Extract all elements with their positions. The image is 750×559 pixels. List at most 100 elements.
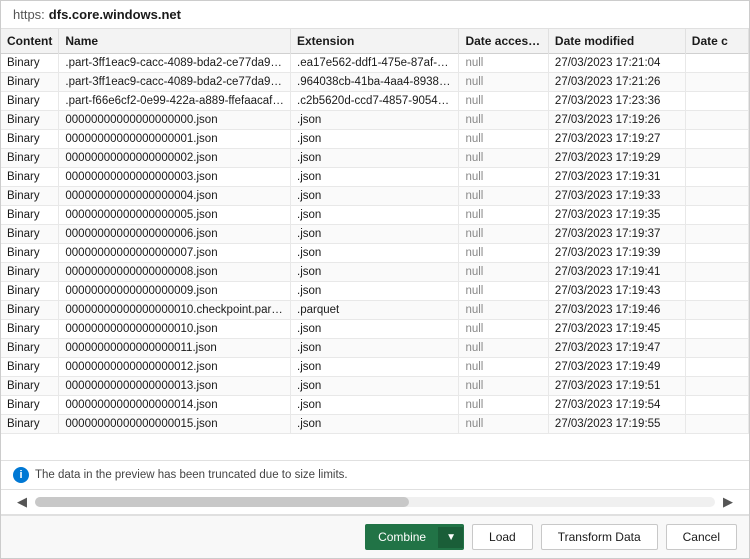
table-row[interactable]: Binary00000000000000000011.json.jsonnull… — [1, 339, 749, 358]
cell-date-c — [685, 339, 748, 358]
table-row[interactable]: Binary.part-3ff1eac9-cacc-4089-bda2-ce77… — [1, 54, 749, 73]
cell-date-c — [685, 130, 748, 149]
load-button[interactable]: Load — [472, 524, 533, 550]
transform-data-button[interactable]: Transform Data — [541, 524, 658, 550]
table-row[interactable]: Binary00000000000000000014.json.jsonnull… — [1, 396, 749, 415]
table-header-row: Content Name Extension Date accessed Dat… — [1, 29, 749, 54]
table-row[interactable]: Binary00000000000000000004.json.jsonnull… — [1, 187, 749, 206]
cell-date-modified: 27/03/2023 17:19:37 — [548, 225, 685, 244]
cell-date-accessed: null — [459, 54, 548, 73]
table-body: Binary.part-3ff1eac9-cacc-4089-bda2-ce77… — [1, 54, 749, 434]
cell-content: Binary — [1, 168, 59, 187]
cell-date-modified: 27/03/2023 17:19:31 — [548, 168, 685, 187]
table-row[interactable]: Binary00000000000000000005.json.jsonnull… — [1, 206, 749, 225]
cancel-button[interactable]: Cancel — [666, 524, 737, 550]
cell-extension: .json — [291, 149, 459, 168]
cell-date-accessed: null — [459, 206, 548, 225]
scroll-track[interactable] — [35, 497, 715, 507]
cell-name: 00000000000000000000.json — [59, 111, 291, 130]
col-header-name[interactable]: Name — [59, 29, 291, 54]
cell-date-c — [685, 225, 748, 244]
cell-content: Binary — [1, 111, 59, 130]
cell-content: Binary — [1, 415, 59, 434]
table-row[interactable]: Binary00000000000000000015.json.jsonnull… — [1, 415, 749, 434]
table-row[interactable]: Binary.part-f66e6cf2-0e99-422a-a889-ffef… — [1, 92, 749, 111]
cell-content: Binary — [1, 396, 59, 415]
col-header-content[interactable]: Content — [1, 29, 59, 54]
cell-date-accessed: null — [459, 168, 548, 187]
cell-date-accessed: null — [459, 73, 548, 92]
cell-date-modified: 27/03/2023 17:19:29 — [548, 149, 685, 168]
cell-date-c — [685, 320, 748, 339]
cell-name: 00000000000000000001.json — [59, 130, 291, 149]
cell-date-c — [685, 149, 748, 168]
cell-content: Binary — [1, 149, 59, 168]
col-header-date-c[interactable]: Date c — [685, 29, 748, 54]
scroll-left-button[interactable]: ◀ — [13, 494, 31, 510]
col-header-date-modified[interactable]: Date modified — [548, 29, 685, 54]
cell-content: Binary — [1, 244, 59, 263]
cell-date-c — [685, 111, 748, 130]
cell-extension: .json — [291, 377, 459, 396]
table-row[interactable]: Binary00000000000000000002.json.jsonnull… — [1, 149, 749, 168]
cell-date-modified: 27/03/2023 17:19:49 — [548, 358, 685, 377]
cell-date-accessed: null — [459, 282, 548, 301]
table-row[interactable]: Binary00000000000000000001.json.jsonnull… — [1, 130, 749, 149]
cell-content: Binary — [1, 377, 59, 396]
cell-date-modified: 27/03/2023 17:19:55 — [548, 415, 685, 434]
col-header-date-accessed[interactable]: Date accessed — [459, 29, 548, 54]
table-row[interactable]: Binary00000000000000000012.json.jsonnull… — [1, 358, 749, 377]
cell-content: Binary — [1, 130, 59, 149]
cell-date-accessed: null — [459, 339, 548, 358]
cell-date-c — [685, 206, 748, 225]
cell-content: Binary — [1, 339, 59, 358]
cell-extension: .ea17e562-ddf1-475e-87af-d60c0ebc64e4 — [291, 54, 459, 73]
table-row[interactable]: Binary00000000000000000010.json.jsonnull… — [1, 320, 749, 339]
col-header-extension[interactable]: Extension — [291, 29, 459, 54]
cell-date-c — [685, 263, 748, 282]
cell-extension: .json — [291, 225, 459, 244]
table-row[interactable]: Binary00000000000000000006.json.jsonnull… — [1, 225, 749, 244]
table-row[interactable]: Binary00000000000000000007.json.jsonnull… — [1, 244, 749, 263]
table-row[interactable]: Binary.part-3ff1eac9-cacc-4089-bda2-ce77… — [1, 73, 749, 92]
cell-date-modified: 27/03/2023 17:19:33 — [548, 187, 685, 206]
combine-dropdown-button[interactable]: ▼ — [438, 527, 463, 548]
cell-date-accessed: null — [459, 396, 548, 415]
cell-name: .part-f66e6cf2-0e99-422a-a889-ffefaacaf5… — [59, 92, 291, 111]
table-row[interactable]: Binary00000000000000000010.checkpoint.pa… — [1, 301, 749, 320]
table-row[interactable]: Binary00000000000000000003.json.jsonnull… — [1, 168, 749, 187]
cell-name: 00000000000000000008.json — [59, 263, 291, 282]
cell-date-c — [685, 244, 748, 263]
info-message: The data in the preview has been truncat… — [35, 469, 348, 481]
table-container[interactable]: Content Name Extension Date accessed Dat… — [1, 29, 749, 461]
cell-date-accessed: null — [459, 320, 548, 339]
cell-date-accessed: null — [459, 225, 548, 244]
cell-name: 00000000000000000004.json — [59, 187, 291, 206]
cell-extension: .json — [291, 339, 459, 358]
table-row[interactable]: Binary00000000000000000000.json.jsonnull… — [1, 111, 749, 130]
cell-name: 00000000000000000003.json — [59, 168, 291, 187]
cell-date-accessed: null — [459, 149, 548, 168]
scroll-right-button[interactable]: ▶ — [719, 494, 737, 510]
table-row[interactable]: Binary00000000000000000009.json.jsonnull… — [1, 282, 749, 301]
combine-button[interactable]: Combine ▼ — [365, 524, 464, 550]
cell-name: 00000000000000000014.json — [59, 396, 291, 415]
cell-content: Binary — [1, 187, 59, 206]
combine-main-button[interactable]: Combine — [366, 525, 438, 549]
cell-name: 00000000000000000013.json — [59, 377, 291, 396]
table-row[interactable]: Binary00000000000000000008.json.jsonnull… — [1, 263, 749, 282]
protocol-label: https: — [13, 7, 45, 22]
cell-date-modified: 27/03/2023 17:19:41 — [548, 263, 685, 282]
info-bar: i The data in the preview has been trunc… — [1, 461, 749, 490]
cell-date-modified: 27/03/2023 17:19:43 — [548, 282, 685, 301]
cell-date-modified: 27/03/2023 17:19:26 — [548, 111, 685, 130]
cell-date-modified: 27/03/2023 17:19:51 — [548, 377, 685, 396]
cell-extension: .json — [291, 396, 459, 415]
cell-name: 00000000000000000015.json — [59, 415, 291, 434]
scroll-bar-area[interactable]: ◀ ▶ — [1, 490, 749, 515]
cell-date-c — [685, 377, 748, 396]
cell-name: 00000000000000000011.json — [59, 339, 291, 358]
table-row[interactable]: Binary00000000000000000013.json.jsonnull… — [1, 377, 749, 396]
scroll-thumb[interactable] — [35, 497, 409, 507]
cell-date-c — [685, 168, 748, 187]
